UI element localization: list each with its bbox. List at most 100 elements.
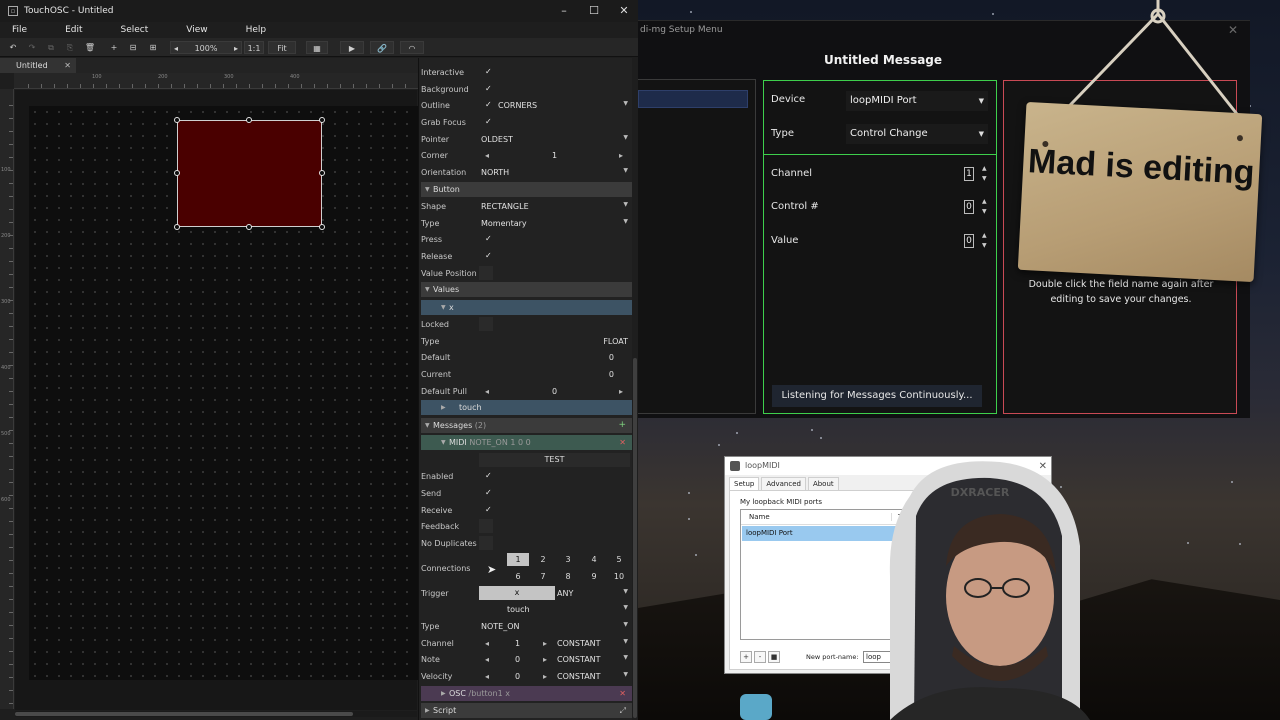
tab-advanced[interactable]: Advanced [761, 477, 806, 491]
column-name[interactable]: Name [749, 513, 770, 521]
section-values[interactable]: ▼ Values [421, 282, 632, 297]
midi-message-header[interactable]: ▼ MIDI NOTE_ON 1 0 0 ✕ [421, 435, 632, 450]
tab-untitled[interactable]: Untitled ✕ [0, 58, 76, 73]
connection-10[interactable]: 10 [608, 570, 630, 583]
stepper-left-icon[interactable]: ◂ [485, 672, 489, 681]
trigger-mode[interactable]: ANY [557, 589, 573, 598]
prop-outline[interactable]: Outline ✓ CORNERS ▼ [419, 97, 632, 113]
dropdown-arrow-icon[interactable]: ▼ [623, 654, 628, 661]
resize-handle[interactable] [319, 170, 325, 176]
checkbox-empty[interactable] [479, 519, 493, 533]
decrement-icon[interactable]: ▼ [982, 242, 987, 249]
undo-icon[interactable]: ↶ [6, 41, 20, 54]
connection-8[interactable]: 8 [557, 570, 579, 583]
close-icon[interactable]: ✕ [609, 0, 639, 22]
increment-icon[interactable]: ▲ [982, 198, 987, 205]
remove-port-button[interactable]: - [754, 651, 766, 663]
stepper-right-icon[interactable]: ▸ [619, 387, 623, 396]
collapse-icon[interactable]: ▼ [425, 282, 430, 297]
number-field[interactable]: 0 [609, 353, 614, 362]
prop-velocity[interactable]: Velocity ◂ 0 ▸ CONSTANT ▼ [419, 668, 632, 684]
connection-6[interactable]: 6 [507, 570, 529, 583]
checkbox[interactable]: ✓ [485, 488, 492, 497]
delete-icon[interactable]: 🗑 [83, 41, 97, 54]
checkbox[interactable]: ✓ [485, 234, 492, 243]
stepper-left-icon[interactable]: ◂ [485, 655, 489, 664]
value-spinner[interactable]: 0 ▲ ▼ [964, 232, 992, 252]
menu-help[interactable]: Help [246, 25, 267, 35]
expand-editor-icon[interactable]: ⤢ [620, 703, 626, 718]
number-field[interactable]: 0 [609, 370, 614, 379]
trigger-touch[interactable]: touch [507, 605, 530, 614]
collapse-icon[interactable]: ▼ [441, 435, 446, 450]
control-spinner[interactable]: 0 ▲ ▼ [964, 198, 992, 218]
resize-handle[interactable] [319, 224, 325, 230]
prop-value-type[interactable]: Type FLOAT [419, 333, 632, 349]
value-touch-header[interactable]: ▶ touch [421, 400, 632, 415]
wifi-icon[interactable]: ◠ [400, 41, 424, 54]
zoom-1-1-button[interactable]: 1:1 [244, 41, 264, 54]
prop-trigger-touch[interactable]: touch ▼ [419, 601, 632, 617]
grid-icon[interactable]: ▦ [306, 41, 328, 54]
dropdown-arrow-icon[interactable]: ▼ [623, 201, 628, 208]
stepper-right-icon[interactable]: ▸ [543, 672, 547, 681]
prop-enabled[interactable]: Enabled ✓ [419, 468, 632, 484]
horizontal-scrollbar[interactable] [15, 711, 417, 717]
align-icon[interactable]: ⊟ [126, 41, 140, 54]
prop-locked[interactable]: Locked [419, 316, 632, 332]
dropdown-arrow-icon[interactable]: ▼ [623, 588, 628, 595]
add-port-button[interactable]: + [740, 651, 752, 663]
zoom-out-icon[interactable]: ◂ [174, 42, 178, 55]
prop-shape[interactable]: Shape RECTANGLE ▼ [419, 198, 632, 214]
add-icon[interactable]: + [107, 41, 121, 54]
collapse-icon[interactable]: ▼ [441, 300, 446, 315]
resize-handle[interactable] [319, 117, 325, 123]
value-value[interactable]: 0 [964, 234, 974, 248]
resize-handle[interactable] [174, 117, 180, 123]
button-control[interactable] [174, 117, 325, 230]
stepper-value[interactable]: 1 [552, 151, 557, 160]
prop-no-duplicates[interactable]: No Duplicates [419, 535, 632, 551]
prop-send[interactable]: Send ✓ [419, 485, 632, 501]
connection-2[interactable]: 2 [532, 553, 554, 566]
link-icon[interactable]: 🔗 [370, 41, 394, 54]
scroll-thumb[interactable] [15, 712, 353, 716]
test-button[interactable]: TEST [479, 453, 630, 467]
tab-setup[interactable]: Setup [729, 477, 760, 491]
dropdown-arrow-icon[interactable]: ▼ [623, 671, 628, 678]
zoom-fit-button[interactable]: Fit [268, 41, 296, 54]
dropdown-value[interactable]: CORNERS [498, 101, 537, 110]
copy-icon[interactable]: ⧉ [44, 41, 58, 54]
resize-handle[interactable] [174, 224, 180, 230]
osc-message-header[interactable]: ▶ OSC /button1 x ✕ [421, 686, 632, 701]
prop-note[interactable]: Note ◂ 0 ▸ CONSTANT ▼ [419, 651, 632, 667]
control-value[interactable]: 0 [964, 200, 974, 214]
stepper-right-icon[interactable]: ▸ [543, 655, 547, 664]
checkbox[interactable]: ✓ [485, 100, 492, 109]
decrement-icon[interactable]: ▼ [982, 175, 987, 182]
prop-button-type[interactable]: Type Momentary ▼ [419, 215, 632, 231]
prop-orientation[interactable]: Orientation NORTH ▼ [419, 164, 632, 180]
dropdown-value[interactable]: Momentary [481, 219, 527, 228]
listen-button[interactable]: Listening for Messages Continuously... [772, 385, 982, 407]
stepper-value[interactable]: 0 [515, 672, 520, 681]
distribute-icon[interactable]: ⊞ [146, 41, 160, 54]
remove-message-icon[interactable]: ✕ [619, 686, 626, 701]
dropdown-arrow-icon[interactable]: ▼ [623, 621, 628, 628]
prop-pointer[interactable]: Pointer OLDEST ▼ [419, 131, 632, 147]
stepper-left-icon[interactable]: ◂ [485, 387, 489, 396]
prop-interactive[interactable]: Interactive ✓ [419, 64, 632, 80]
checkbox[interactable]: ✓ [485, 117, 492, 126]
prop-midi-type[interactable]: Type NOTE_ON ▼ [419, 618, 632, 634]
checkbox[interactable]: ✓ [485, 251, 492, 260]
stepper-left-icon[interactable]: ◂ [485, 151, 489, 160]
prop-release[interactable]: Release ✓ [419, 248, 632, 264]
prop-corner[interactable]: Corner ◂ 1 ▸ [419, 147, 632, 163]
collapse-icon[interactable]: ▼ [425, 182, 430, 197]
connection-9[interactable]: 9 [583, 570, 605, 583]
expand-icon[interactable]: ▶ [441, 686, 446, 701]
dropdown-value[interactable]: OLDEST [481, 135, 513, 144]
menu-view[interactable]: View [186, 25, 207, 35]
dropdown-arrow-icon[interactable]: ▼ [623, 167, 628, 174]
checkbox[interactable]: ✓ [485, 84, 492, 93]
